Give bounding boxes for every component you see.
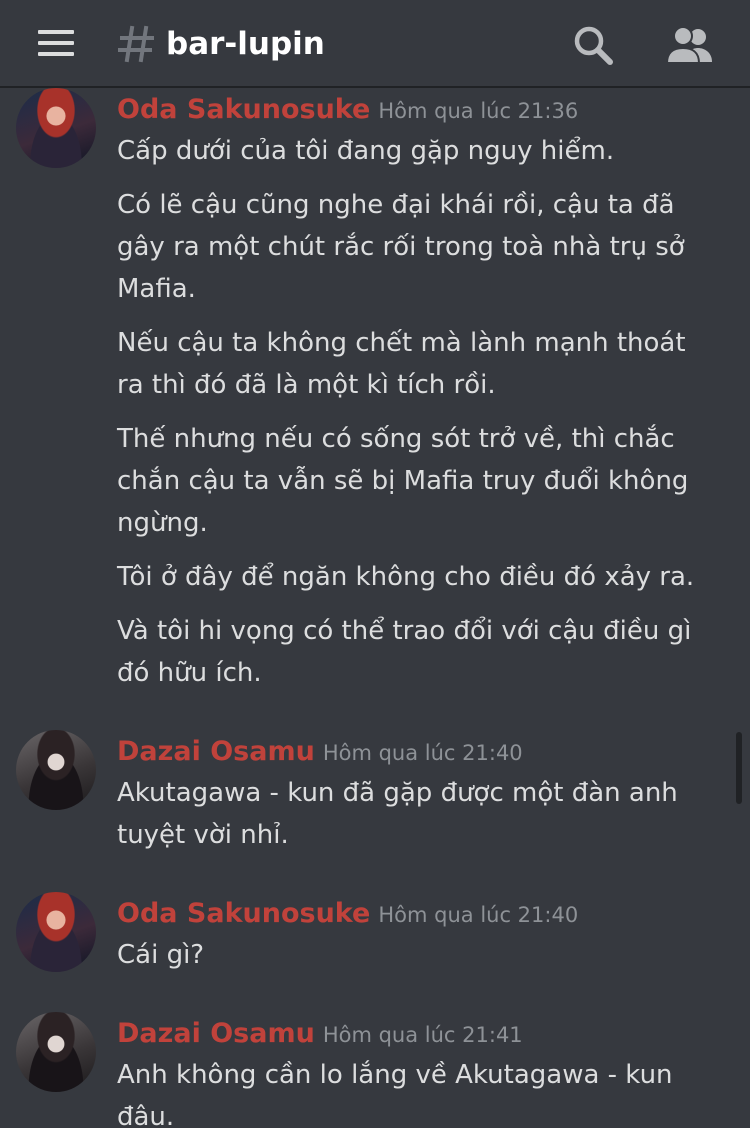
avatar[interactable]	[16, 730, 96, 810]
message-text: Nếu cậu ta không chết mà lành mạnh thoát…	[117, 328, 686, 400]
message-text: Akutagawa - kun đã gặp được một đàn anh …	[117, 778, 678, 850]
menu-icon[interactable]	[38, 30, 74, 56]
scrollbar[interactable]	[736, 732, 742, 804]
avatar[interactable]	[16, 892, 96, 972]
message-text: Và tôi hi vọng có thể trao đổi với cậu đ…	[117, 616, 692, 688]
author-name[interactable]: Dazai Osamu	[117, 1018, 315, 1049]
message-list[interactable]: Oda Sakunosuke Hôm qua lúc 21:36 Cấp dưới…	[0, 88, 750, 1128]
channel-header: bar-lupin	[0, 0, 750, 88]
message-text: Thế nhưng nếu có sống sót trở về, thì ch…	[117, 424, 689, 538]
hash-icon	[118, 25, 154, 63]
avatar[interactable]	[16, 1012, 96, 1092]
timestamp: Hôm qua lúc 21:41	[322, 1023, 523, 1047]
members-icon[interactable]	[664, 22, 716, 68]
message-header: Oda Sakunosuke Hôm qua lúc 21:40	[117, 896, 578, 932]
message-header: Dazai Osamu Hôm qua lúc 21:40	[117, 734, 523, 770]
author-name[interactable]: Oda Sakunosuke	[117, 94, 370, 125]
timestamp: Hôm qua lúc 21:40	[322, 741, 523, 765]
message-text: Cấp dưới của tôi đang gặp nguy hiểm.	[117, 136, 615, 166]
timestamp: Hôm qua lúc 21:36	[378, 99, 579, 123]
message-header: Dazai Osamu Hôm qua lúc 21:41	[117, 1016, 523, 1052]
search-icon[interactable]	[570, 22, 616, 68]
chat-app: bar-lupin Oda Sakunosuke Hôm qua lúc 21:3…	[0, 0, 750, 1128]
message-text: Anh không cần lo lắng về Akutagawa - kun…	[117, 1060, 673, 1128]
channel-name: bar-lupin	[166, 26, 325, 62]
message-text: Có lẽ cậu cũng nghe đại khái rồi, cậu ta…	[117, 190, 685, 304]
message-header: Oda Sakunosuke Hôm qua lúc 21:36	[117, 92, 578, 128]
message-text: Tôi ở đây để ngăn không cho điều đó xảy …	[117, 562, 695, 592]
timestamp: Hôm qua lúc 21:40	[378, 903, 579, 927]
message-text: Cái gì?	[117, 940, 205, 970]
author-name[interactable]: Oda Sakunosuke	[117, 898, 370, 929]
author-name[interactable]: Dazai Osamu	[117, 736, 315, 767]
avatar[interactable]	[16, 88, 96, 168]
